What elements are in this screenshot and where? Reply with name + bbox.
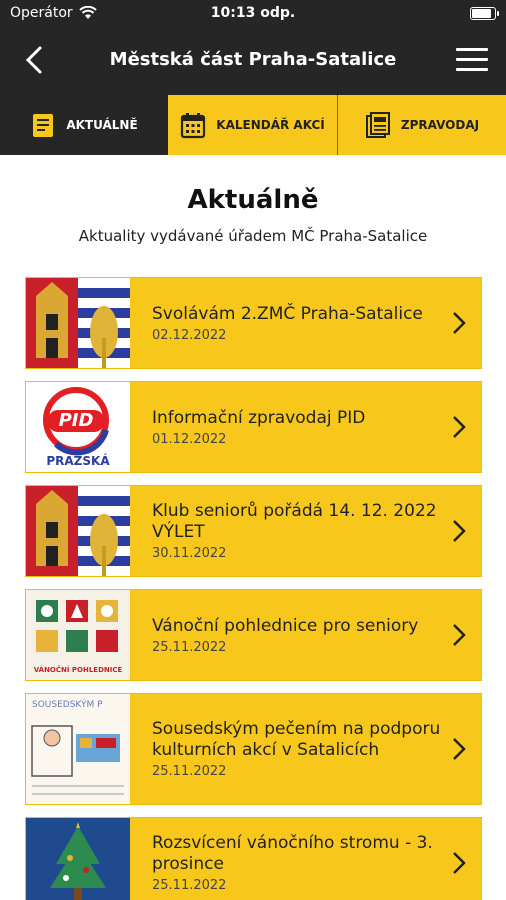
page-title: Městská část Praha-Satalice [109,49,397,70]
item-date: 02.12.2022 [152,327,227,343]
item-date: 25.11.2022 [152,764,227,779]
christmas-tree-thumbnail [26,818,130,900]
tab-zpravodaj[interactable]: ZPRAVODAJ [338,95,506,155]
item-title: Informační zpravodaj PID [152,407,366,428]
tab-aktualne[interactable]: AKTUÁLNĚ [0,95,168,155]
item-title: Svolávám 2.ZMČ Praha-Satalice [152,303,423,324]
news-list: Svolávám 2.ZMČ Praha-Satalice 02.12.2022… [0,277,506,900]
item-date: 25.11.2022 [152,639,227,655]
chevron-right-icon [453,312,466,334]
item-title: Vánoční pohlednice pro seniory [152,615,419,636]
list-item[interactable]: PID PRAŽSKÁ Informační zpravodaj PID 01.… [25,381,482,473]
chevron-right-icon [453,520,466,542]
item-body: Klub seniorů pořádá 14. 12. 2022 VÝLET 3… [130,486,481,576]
chevron-right-icon [453,852,466,874]
pid-logo-caption: PRAŽSKÁ [46,454,110,468]
item-title: Rozsvícení vánočního stromu - 3. prosinc… [152,833,433,874]
status-bar: Operátor 10:13 odp. [0,0,506,27]
tab-kalendar[interactable]: KALENDÁŘ AKCÍ [168,95,338,155]
item-body: Sousedským pečením na podporu kulturních… [130,694,481,804]
chevron-right-icon [453,416,466,438]
section-subtitle: Aktuality vydávané úřadem MČ Praha-Satal… [78,227,428,245]
thumbnail-caption: SOUSEDSKÝM P [32,700,103,710]
chevron-right-icon [453,738,466,760]
coat-of-arms-thumbnail [26,278,130,368]
list-item[interactable]: VÁNOČNÍ POHLEDNICE Vánoční pohlednice pr… [25,589,482,681]
list-item[interactable]: Svolávám 2.ZMČ Praha-Satalice 02.12.2022 [25,277,482,369]
item-date: 25.11.2022 [152,878,227,893]
hamburger-menu-icon[interactable] [456,48,488,74]
tab-bar: AKTUÁLNĚ KALENDÁŘ AKCÍ ZPRAVODAJ [0,95,506,155]
pid-logo-thumbnail: PID PRAŽSKÁ [26,382,130,472]
item-body: Informační zpravodaj PID 01.12.2022 [130,382,481,472]
calendar-icon [181,113,206,139]
list-item[interactable]: Rozsvícení vánočního stromu - 3. prosinc… [25,817,482,900]
item-title: Sousedským pečením na podporu kulturních… [152,719,441,760]
battery-icon [470,7,499,20]
thumbnail-caption: VÁNOČNÍ POHLEDNICE [33,666,123,674]
list-item[interactable]: SOUSEDSKÝM P Sousedským pečením na podpo… [25,693,482,805]
item-body: Vánoční pohlednice pro seniory 25.11.202… [130,590,481,680]
section-heading: Aktuálně [187,185,319,215]
item-title: Klub seniorů pořádá 14. 12. 2022 VÝLET [152,501,437,542]
list-item[interactable]: Klub seniorů pořádá 14. 12. 2022 VÝLET 3… [25,485,482,577]
tab-label: AKTUÁLNĚ [66,118,138,132]
tab-label: ZPRAVODAJ [400,118,480,132]
item-date: 30.11.2022 [152,546,227,561]
tab-label: KALENDÁŘ AKCÍ [216,118,325,132]
pid-logo-text: PID [58,410,94,431]
item-date: 01.12.2022 [152,431,227,447]
clock: 10:13 odp. [210,5,296,21]
news-icon [33,114,54,137]
newsletter-icon [365,112,390,138]
item-body: Svolávám 2.ZMČ Praha-Satalice 02.12.2022 [130,278,481,368]
coat-of-arms-thumbnail [26,486,130,576]
chevron-right-icon [453,624,466,646]
nav-bar: Městská část Praha-Satalice [0,27,506,95]
item-body: Rozsvícení vánočního stromu - 3. prosinc… [130,818,481,900]
christmas-cards-thumbnail: VÁNOČNÍ POHLEDNICE [26,590,130,680]
drawing-thumbnail: SOUSEDSKÝM P [26,694,130,804]
